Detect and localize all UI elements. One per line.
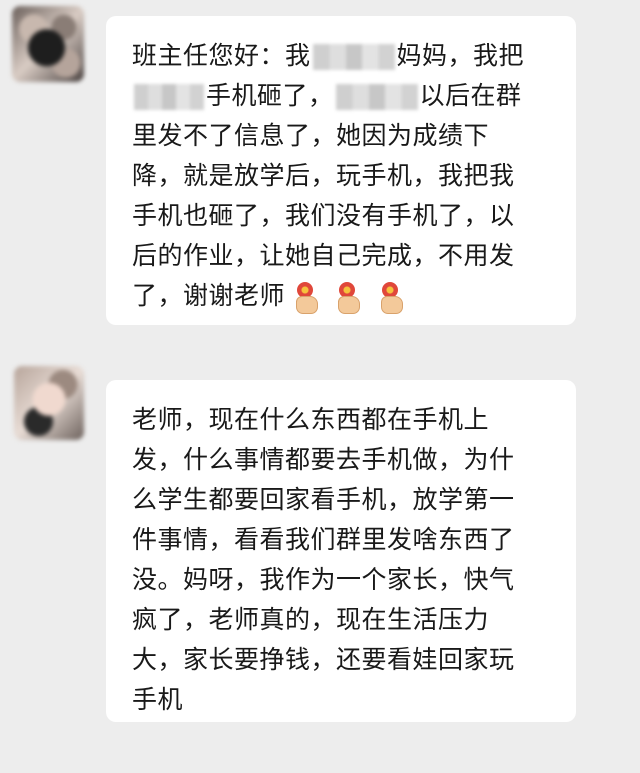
message-line: 手机也砸了，我们没有手机了，以 [132,201,515,230]
message-line: 手机 [132,685,184,714]
message-line: 没。妈呀，我作为一个家长，快气 [132,565,515,594]
message-text: 以后在群 [419,81,522,110]
message-line: 了，谢谢老师 [132,276,558,317]
message-text: 妈妈，我把 [396,41,525,70]
emoji-row [285,277,404,317]
flower-hand-icon [335,282,361,314]
message-line: 后的作业，让她自己完成，不用发 [132,241,515,270]
redacted-name [312,44,395,70]
chat-avatar[interactable] [14,366,84,440]
message-line: 里发不了信息了，她因为成绩下 [132,121,490,150]
flower-hand-icon [293,282,319,314]
message-line: 发，什么事情都要去手机做，为什 [132,445,515,474]
chat-message-bubble: 班主任您好：我 妈妈，我把 手机砸了， 以后在群 里发不了信息了，她因为成绩下 降，… [106,16,576,325]
message-text: 班主任您好：我 [132,41,311,70]
redacted-name [335,84,418,110]
message-text: 了，谢谢老师 [132,281,286,310]
message-line: 老师，现在什么东西都在手机上 [132,405,490,434]
flower-hand-icon [378,282,404,314]
message-line: 么学生都要回家看手机，放学第一 [132,485,515,514]
message-line: 降，就是放学后，玩手机，我把我 [132,161,515,190]
chat-avatar[interactable] [12,6,84,82]
message-line: 大，家长要挣钱，还要看娃回家玩 [132,645,515,674]
chat-message-bubble: 老师，现在什么东西都在手机上 发，什么事情都要去手机做，为什 么学生都要回家看手… [106,380,576,722]
redacted-name [134,84,204,110]
message-line: 疯了，老师真的，现在生活压力 [132,605,490,634]
message-line: 件事情，看看我们群里发啥东西了 [132,525,515,554]
message-text: 手机砸了， [206,81,334,110]
message-line: 班主任您好：我 妈妈，我把 [132,36,558,76]
message-line: 手机砸了， 以后在群 [132,76,558,116]
